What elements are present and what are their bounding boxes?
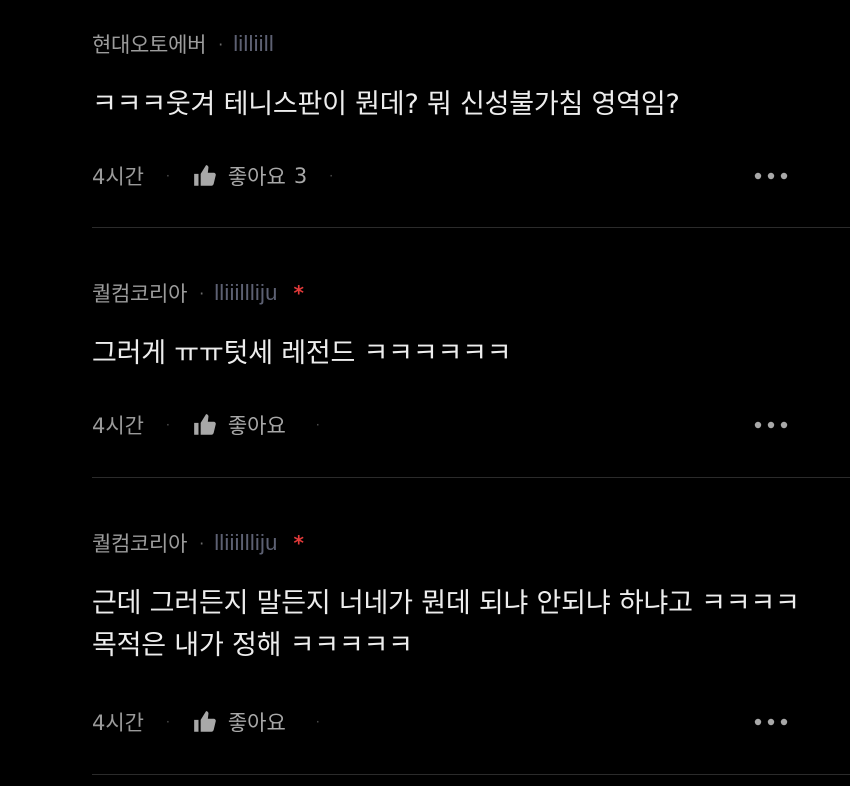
- comment-time: 4시간: [92, 414, 145, 438]
- comment-meta: 퀄컴코리아 · lliiillliju *: [92, 278, 304, 308]
- more-horizontal-icon[interactable]: [752, 711, 790, 733]
- comment-divider: [92, 477, 850, 478]
- comment-actions: 4시간 · 좋아요 ·: [92, 408, 800, 442]
- meta-separator: ·: [218, 34, 224, 54]
- comment-list: 현대오토에버 · lilliill ㅋㅋㅋ웃겨 테니스판이 뭔데? 뭐 신성불가…: [0, 0, 850, 786]
- comment-text: 근데 그러든지 말든지 너네가 뭔데 되냐 안되냐 하냐고 ㅋㅋㅋㅋ 목적은 내…: [92, 588, 800, 661]
- comment-time: 4시간: [92, 711, 145, 735]
- comment-author[interactable]: 퀄컴코리아: [92, 278, 187, 308]
- thumbs-up-icon: [194, 711, 216, 732]
- comment-text: 그러게 ㅠㅠ텃세 레전드 ㅋㅋㅋㅋㅋㅋ: [92, 338, 512, 369]
- comment-item: 퀄컴코리아 · lliiillliju * 근데 그러든지 말든지 너네가 뭔데…: [0, 479, 850, 775]
- comment-meta: 퀄컴코리아 · lliiillliju *: [92, 528, 304, 558]
- author-badge: *: [293, 281, 304, 305]
- thumbs-up-icon: [194, 165, 216, 186]
- thumbs-up-icon: [194, 414, 216, 435]
- comment-user-id: lliiillliju: [214, 530, 278, 555]
- meta-separator: ·: [199, 283, 205, 303]
- comment-divider: [92, 227, 850, 228]
- comment-divider: [92, 774, 850, 775]
- like-label: 좋아요: [227, 414, 286, 438]
- action-separator: ·: [315, 418, 320, 432]
- like-button[interactable]: 좋아요: [192, 410, 294, 440]
- meta-separator: ·: [199, 533, 205, 553]
- comment-text: ㅋㅋㅋ웃겨 테니스판이 뭔데? 뭐 신성불가침 영역임?: [92, 89, 680, 120]
- comment-time: 4시간: [92, 165, 145, 189]
- like-button[interactable]: 좋아요: [192, 707, 294, 737]
- comment-item: 현대오토에버 · lilliill ㅋㅋㅋ웃겨 테니스판이 뭔데? 뭐 신성불가…: [0, 0, 850, 228]
- action-separator: ·: [315, 715, 320, 729]
- like-count: 3: [293, 164, 308, 188]
- action-separator: ·: [166, 418, 170, 432]
- comment-author[interactable]: 현대오토에버: [92, 29, 206, 59]
- comment-author[interactable]: 퀄컴코리아: [92, 528, 187, 558]
- like-label: 좋아요: [227, 165, 286, 189]
- author-badge: *: [293, 531, 304, 555]
- comment-user-id: lliiillliju: [214, 280, 278, 305]
- comment-user-id: lilliill: [233, 31, 274, 56]
- action-separator: ·: [329, 169, 334, 183]
- comment-item: 퀄컴코리아 · lliiillliju * 그러게 ㅠㅠ텃세 레전드 ㅋㅋㅋㅋㅋ…: [0, 229, 850, 478]
- like-label: 좋아요: [227, 711, 286, 735]
- more-horizontal-icon[interactable]: [752, 165, 790, 187]
- comment-meta: 현대오토에버 · lilliill: [92, 29, 274, 59]
- more-horizontal-icon[interactable]: [752, 414, 790, 436]
- comment-actions: 4시간 · 좋아요 ·: [92, 705, 800, 739]
- action-separator: ·: [166, 169, 170, 183]
- like-button[interactable]: 좋아요 3: [192, 161, 307, 191]
- comment-actions: 4시간 · 좋아요 3 ·: [92, 159, 800, 193]
- action-separator: ·: [166, 715, 170, 729]
